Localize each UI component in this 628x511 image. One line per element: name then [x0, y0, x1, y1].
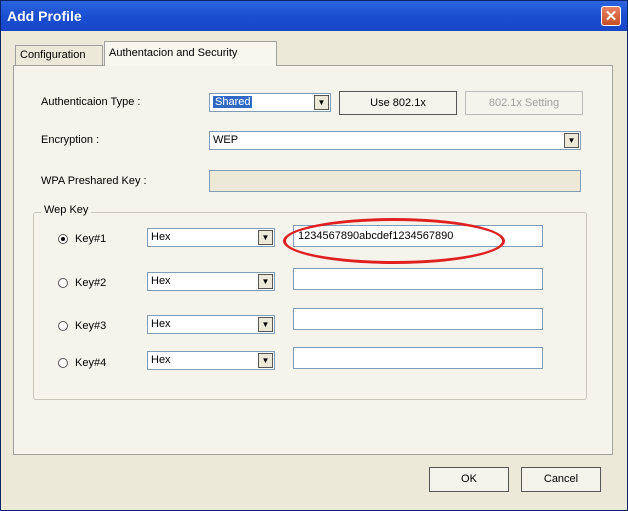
key4-format-select[interactable]: Hex ▼ [147, 351, 275, 370]
chevron-down-icon[interactable]: ▼ [258, 353, 273, 368]
key2-format-select[interactable]: Hex ▼ [147, 272, 275, 291]
key3-format-select[interactable]: Hex ▼ [147, 315, 275, 334]
chevron-down-icon[interactable]: ▼ [314, 95, 329, 110]
key2-radio[interactable] [58, 278, 68, 288]
add-profile-window: Add Profile ✕ Configuration Authentacion… [0, 0, 628, 511]
auth-type-label: Authenticaion Type : [41, 96, 141, 108]
key1-input[interactable]: 1234567890abcdef1234567890 [293, 225, 543, 247]
chevron-down-icon[interactable]: ▼ [258, 230, 273, 245]
wpa-key-label: WPA Preshared Key : [41, 175, 147, 187]
key3-label: Key#3 [75, 320, 107, 332]
key3-input[interactable] [293, 308, 543, 330]
key1-format-select[interactable]: Hex ▼ [147, 228, 275, 247]
auth-type-value: Shared [213, 96, 253, 108]
key3-format-value: Hex [151, 318, 171, 330]
chevron-down-icon[interactable]: ▼ [258, 317, 273, 332]
key1-radio[interactable] [58, 234, 68, 244]
auth-type-select[interactable]: Shared ▼ [209, 93, 331, 112]
encryption-select[interactable]: WEP ▼ [209, 131, 581, 150]
key2-input[interactable] [293, 268, 543, 290]
cancel-button[interactable]: Cancel [521, 467, 601, 492]
title-bar[interactable]: Add Profile ✕ [1, 1, 627, 31]
key1-format-value: Hex [151, 231, 171, 243]
key4-label: Key#4 [75, 357, 107, 369]
key4-format-value: Hex [151, 354, 171, 366]
key1-label: Key#1 [75, 233, 107, 245]
close-icon: ✕ [604, 8, 618, 25]
8021x-setting-button[interactable]: 802.1x Setting [465, 91, 583, 115]
key4-input[interactable] [293, 347, 543, 369]
ok-button[interactable]: OK [429, 467, 509, 492]
encryption-value: WEP [213, 134, 239, 146]
key2-format-value: Hex [151, 275, 171, 287]
key4-radio[interactable] [58, 358, 68, 368]
wep-key-group-label: Wep Key [41, 204, 92, 216]
wpa-key-field[interactable] [209, 170, 581, 192]
use-8021x-button[interactable]: Use 802.1x [339, 91, 457, 115]
tab-configuration[interactable]: Configuration [15, 45, 103, 65]
tab-authentication-security[interactable]: Authentacion and Security [104, 41, 277, 66]
key2-label: Key#2 [75, 277, 107, 289]
encryption-label: Encryption : [41, 134, 100, 146]
key3-radio[interactable] [58, 321, 68, 331]
chevron-down-icon[interactable]: ▼ [258, 274, 273, 289]
window-title: Add Profile [7, 8, 82, 24]
close-button[interactable]: ✕ [601, 6, 621, 26]
chevron-down-icon[interactable]: ▼ [564, 133, 579, 148]
